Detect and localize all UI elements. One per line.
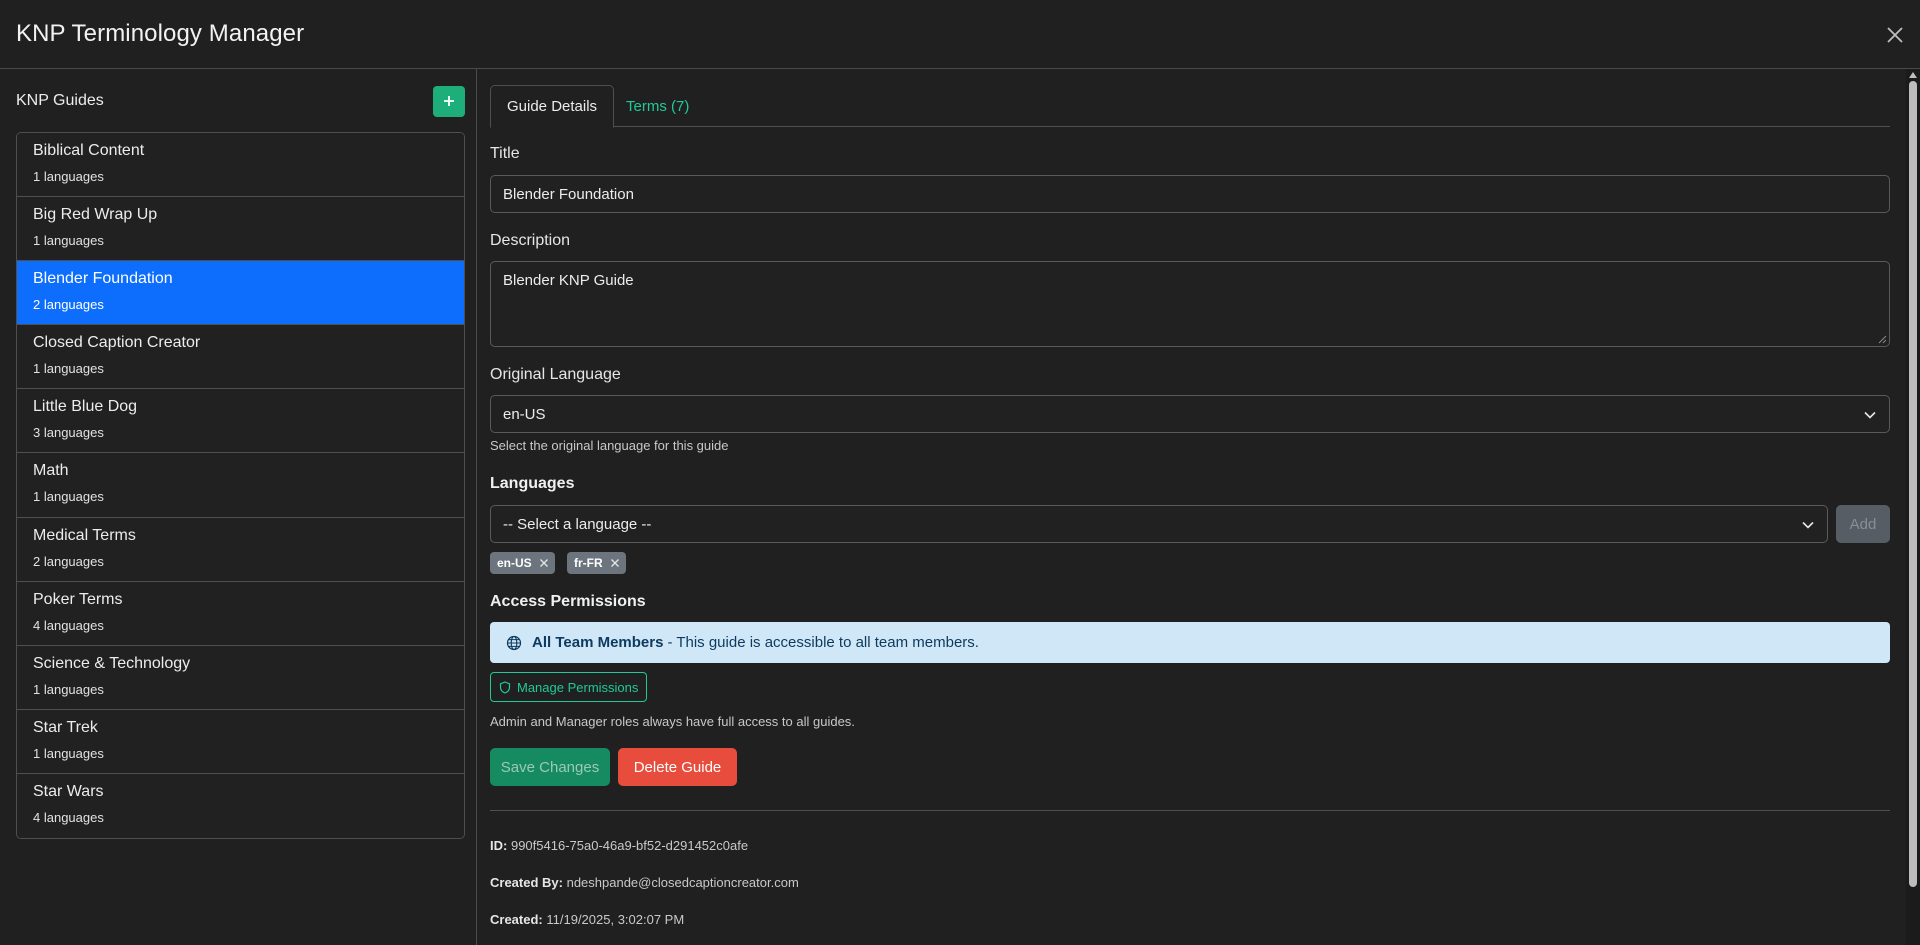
guide-id-value: 990f5416-75a0-46a9-bf52-d291452c0afe [510, 838, 749, 853]
save-changes-button[interactable]: Save Changes [490, 748, 610, 786]
add-language-button[interactable]: Add [1836, 505, 1890, 543]
guide-item[interactable]: Closed Caption Creator 1 languages [17, 325, 464, 390]
guide-created-by: Created By: ndeshpande@closedcaptioncrea… [490, 875, 799, 890]
guide-item[interactable]: Math 1 languages [17, 453, 464, 518]
delete-guide-button[interactable]: Delete Guide [618, 748, 737, 786]
close-icon [1887, 27, 1903, 43]
guide-language-count: 1 languages [33, 169, 104, 184]
guide-item[interactable]: Poker Terms 4 languages [17, 581, 464, 646]
original-language-value: en-US [503, 405, 546, 423]
guide-name: Medical Terms [33, 526, 136, 544]
divider [490, 810, 1890, 811]
guide-list: Biblical Content 1 languages Big Red Wra… [16, 132, 465, 840]
tab-terms[interactable]: Terms (7) [610, 85, 705, 127]
guide-name: Poker Terms [33, 590, 123, 608]
manage-permissions-button[interactable]: Manage Permissions [490, 672, 648, 702]
description-value: Blender KNP Guide [503, 272, 634, 289]
add-guide-button[interactable] [433, 85, 465, 117]
plus-icon [444, 96, 454, 106]
created-value: 11/19/2025, 3:02:07 PM [546, 912, 685, 927]
scroll-up-arrow-icon[interactable] [1909, 72, 1917, 78]
description-textarea[interactable]: Blender KNP Guide [490, 261, 1890, 347]
language-tag-label: fr-FR [574, 556, 603, 570]
guide-name: Math [33, 462, 69, 480]
guide-item[interactable]: Big Red Wrap Up 1 languages [17, 197, 464, 262]
guide-name: Biblical Content [33, 142, 145, 159]
guide-name: Star Wars [33, 782, 104, 800]
tag-remove-icon[interactable] [539, 558, 549, 568]
original-language-select[interactable]: en-US [490, 395, 1890, 433]
guide-name: Closed Caption Creator [33, 334, 201, 352]
scrollbar[interactable] [1906, 69, 1920, 945]
guide-language-count: 4 languages [33, 809, 104, 825]
tag-remove-icon[interactable] [610, 558, 620, 568]
created-by-label: Created By: [490, 875, 563, 890]
guide-id: ID: 990f5416-75a0-46a9-bf52-d291452c0afe [490, 838, 748, 853]
access-permissions-heading: Access Permissions [490, 593, 646, 610]
title-input-value: Blender Foundation [503, 185, 634, 203]
sidebar-header: KNP Guides [16, 85, 465, 117]
guide-language-count: 1 languages [33, 681, 104, 697]
access-info-alert: All Team Members - This guide is accessi… [490, 622, 1890, 663]
chevron-down-icon [1802, 521, 1814, 529]
modal-header: KNP Terminology Manager [0, 0, 1920, 69]
access-level: All Team Members [532, 634, 664, 651]
guide-created-date: Created: 11/19/2025, 3:02:07 PM [490, 912, 684, 927]
language-tag-label: en-US [497, 556, 532, 570]
sidebar-title: KNP Guides [16, 92, 104, 109]
title-label: Title [490, 145, 520, 162]
guide-language-count: 4 languages [33, 617, 104, 633]
language-select[interactable]: -- Select a language -- [490, 505, 1828, 543]
access-description: - This guide is accessible to all team m… [667, 634, 979, 651]
close-button[interactable] [1880, 20, 1910, 50]
shield-icon [499, 680, 511, 694]
created-label: Created: [490, 912, 543, 927]
manage-permissions-label: Manage Permissions [517, 679, 639, 695]
guide-name: Big Red Wrap Up [33, 206, 158, 224]
description-label: Description [490, 232, 571, 249]
guide-language-count: 1 languages [33, 489, 104, 505]
guide-language-count: 2 languages [33, 297, 104, 313]
original-language-label: Original Language [490, 366, 621, 383]
guide-language-count: 1 languages [33, 233, 104, 249]
guide-id-label: ID: [490, 838, 508, 853]
modal-title: KNP Terminology Manager [16, 20, 305, 47]
access-help: Admin and Manager roles always have full… [490, 714, 855, 729]
guide-item[interactable]: Medical Terms 2 languages [17, 517, 464, 582]
guide-language-count: 3 languages [33, 425, 104, 441]
language-tag: fr-FR [567, 552, 626, 574]
guide-item[interactable]: Star Wars 4 languages [17, 773, 464, 839]
language-select-value: -- Select a language -- [503, 515, 652, 533]
chevron-down-icon [1864, 411, 1876, 419]
guide-language-count: 1 languages [33, 745, 104, 761]
guide-name: Star Trek [33, 718, 98, 736]
guide-detail-panel: Guide Details Terms (7) Title Blender Fo… [478, 69, 1920, 945]
resize-grip-icon[interactable] [1877, 334, 1887, 344]
tab-guide-details[interactable]: Guide Details [490, 85, 615, 128]
languages-heading: Languages [490, 475, 575, 492]
guide-item[interactable]: Star Trek 1 languages [17, 709, 464, 774]
guide-language-count: 1 languages [33, 361, 104, 377]
guides-sidebar: KNP Guides Biblical Content 1 languages … [0, 69, 477, 945]
tab-bar: Guide Details Terms (7) [490, 85, 1890, 128]
guide-name: Science & Technology [33, 654, 191, 672]
guide-item[interactable]: Science & Technology 1 languages [17, 645, 464, 710]
language-tag: en-US [490, 552, 555, 574]
guide-language-count: 2 languages [33, 553, 104, 569]
created-by-value: ndeshpande@closedcaptioncreator.com [566, 875, 799, 890]
scrollbar-thumb[interactable] [1909, 81, 1917, 887]
original-language-help: Select the original language for this gu… [490, 438, 729, 453]
title-input[interactable]: Blender Foundation [490, 175, 1890, 213]
guide-name: Blender Foundation [33, 270, 173, 288]
guide-item[interactable]: Little Blue Dog 3 languages [17, 389, 464, 454]
guide-item[interactable]: Biblical Content 1 languages [17, 133, 464, 198]
guide-item-selected[interactable]: Blender Foundation 2 languages [17, 261, 464, 326]
globe-icon [506, 635, 522, 650]
guide-name: Little Blue Dog [33, 398, 138, 416]
